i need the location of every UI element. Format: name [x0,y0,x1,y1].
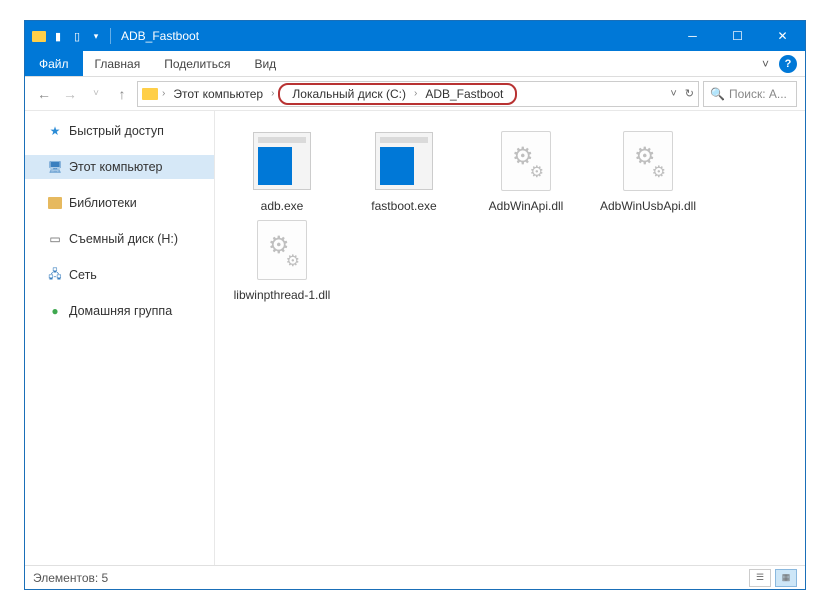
folder-icon [31,28,47,44]
sidebar-item-quick-access[interactable]: ★ Быстрый доступ [25,119,214,143]
sidebar-item-network[interactable]: 🖧 Сеть [25,263,214,287]
forward-button[interactable]: → [59,83,81,105]
qat-new-icon[interactable]: ▯ [69,28,85,44]
library-icon [47,195,63,211]
sidebar-item-label: Этот компьютер [69,160,162,174]
sidebar-item-label: Быстрый доступ [69,124,164,138]
help-icon[interactable]: ? [779,55,797,73]
pc-icon: 🖥 [47,159,63,175]
ribbon-expand-icon[interactable]: ˅ [762,57,769,71]
address-folder-icon [142,88,158,100]
window-title: ADB_Fastboot [121,29,199,43]
drive-icon: ▭ [47,231,63,247]
view-details-button[interactable]: ☰ [749,569,771,587]
homegroup-icon: ● [47,303,63,319]
sidebar-item-label: Съемный диск (H:) [69,232,178,246]
recent-dropdown-icon[interactable]: ˅ [85,83,107,105]
file-label: adb.exe [261,199,304,214]
up-button[interactable]: ↑ [111,83,133,105]
network-icon: 🖧 [47,267,63,283]
qat-properties-icon[interactable]: ▮ [50,28,66,44]
breadcrumb-highlight: Локальный диск (C:) › ADB_Fastboot [278,83,517,105]
file-item[interactable]: fastboot.exe [353,129,455,214]
close-button[interactable]: ✕ [760,21,805,51]
view-large-icons-button[interactable]: ▦ [775,569,797,587]
star-icon: ★ [47,123,63,139]
sidebar-item-label: Домашняя группа [69,304,172,318]
file-label: AdbWinApi.dll [489,199,564,214]
window-controls: ─ ☐ ✕ [670,21,805,51]
breadcrumb-sep: › [271,88,274,99]
breadcrumb-sep: › [162,88,165,99]
titlebar-divider [110,28,111,44]
tab-home[interactable]: Главная [83,51,153,76]
navigation-bar: ← → ˅ ↑ › Этот компьютер › Локальный дис… [25,77,805,111]
file-item[interactable]: adb.exe [231,129,333,214]
file-label: AdbWinUsbApi.dll [600,199,696,214]
breadcrumb-folder[interactable]: ADB_Fastboot [421,87,507,101]
file-item[interactable]: ⚙⚙ AdbWinApi.dll [475,129,577,214]
file-tab[interactable]: Файл [25,51,83,76]
file-pane[interactable]: adb.exe fastboot.exe ⚙⚙ AdbWinApi.dll ⚙⚙… [215,111,805,565]
file-label: libwinpthread-1.dll [234,288,331,303]
search-icon: 🔍 [710,87,725,101]
breadcrumb-root[interactable]: Этот компьютер [169,87,267,101]
navigation-pane: ★ Быстрый доступ 🖥 Этот компьютер Библио… [25,111,215,565]
exe-icon [253,132,311,190]
back-button[interactable]: ← [33,83,55,105]
sidebar-item-label: Сеть [69,268,97,282]
dll-icon: ⚙⚙ [501,131,551,191]
minimize-button[interactable]: ─ [670,21,715,51]
file-item[interactable]: ⚙⚙ AdbWinUsbApi.dll [597,129,699,214]
search-placeholder: Поиск: A... [729,87,787,101]
file-label: fastboot.exe [371,199,436,214]
explorer-window: ▮ ▯ ▾ ADB_Fastboot ─ ☐ ✕ Файл Главная По… [24,20,806,590]
breadcrumb-sep: › [414,88,417,99]
status-text: Элементов: 5 [33,571,108,585]
refresh-icon[interactable]: ↻ [685,87,694,100]
tab-share[interactable]: Поделиться [152,51,242,76]
breadcrumb-drive[interactable]: Локальный диск (C:) [288,87,410,101]
sidebar-item-label: Библиотеки [69,196,137,210]
title-bar: ▮ ▯ ▾ ADB_Fastboot ─ ☐ ✕ [25,21,805,51]
sidebar-item-this-pc[interactable]: 🖥 Этот компьютер [25,155,214,179]
tab-view[interactable]: Вид [242,51,288,76]
maximize-button[interactable]: ☐ [715,21,760,51]
search-input[interactable]: 🔍 Поиск: A... [703,81,797,107]
explorer-body: ★ Быстрый доступ 🖥 Этот компьютер Библио… [25,111,805,565]
sidebar-item-removable-disk[interactable]: ▭ Съемный диск (H:) [25,227,214,251]
sidebar-item-homegroup[interactable]: ● Домашняя группа [25,299,214,323]
status-bar: Элементов: 5 ☰ ▦ [25,565,805,589]
sidebar-item-libraries[interactable]: Библиотеки [25,191,214,215]
address-bar[interactable]: › Этот компьютер › Локальный диск (C:) ›… [137,81,699,107]
dll-icon: ⚙⚙ [623,131,673,191]
dll-icon: ⚙⚙ [257,220,307,280]
qat-dropdown-icon[interactable]: ▾ [88,28,104,44]
file-item[interactable]: ⚙⚙ libwinpthread-1.dll [231,218,333,303]
exe-icon [375,132,433,190]
ribbon-tabs: Файл Главная Поделиться Вид ˅ ? [25,51,805,77]
address-history-icon[interactable]: ˅ [670,88,676,100]
